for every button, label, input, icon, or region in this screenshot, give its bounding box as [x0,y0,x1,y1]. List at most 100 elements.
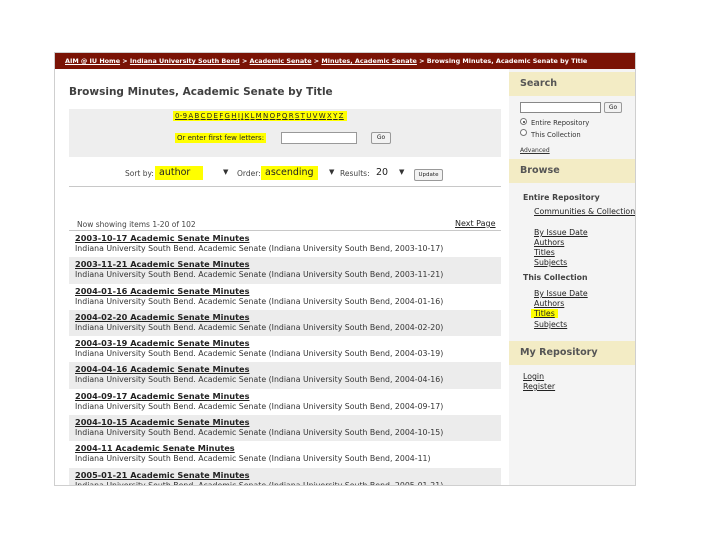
results-chevron-down-icon[interactable]: ▼ [399,168,404,176]
alphabet-link-f[interactable]: F [219,112,223,120]
result-title-link[interactable]: 2004-11 Academic Senate Minutes [75,443,495,453]
result-row: 2004-01-16 Academic Senate Minutes Indian… [69,284,501,310]
order-label: Order: [237,169,261,178]
alphabet-link-c[interactable]: C [201,112,206,120]
alphabet-jump-list: 0-9ABCDEFGHIJKLMNOPQRSTUVWXYZ [173,111,347,121]
breadcrumb-separator: > [241,57,248,65]
login-link[interactable]: Login [523,372,544,381]
collection-issue-date-link[interactable]: By Issue Date [534,289,588,298]
result-title-link[interactable]: 2004-02-20 Academic Senate Minutes [75,312,495,322]
alphabet-link-y[interactable]: Y [333,112,338,120]
result-title-link[interactable]: 2004-09-17 Academic Senate Minutes [75,391,495,401]
scope-collection-radio[interactable] [520,129,527,136]
result-title-link[interactable]: 2004-03-19 Academic Senate Minutes [75,338,495,348]
scope-entire-label: Entire Repository [531,119,590,127]
alphabet-link-z[interactable]: Z [339,112,344,120]
alphabet-link-o[interactable]: O [270,112,276,120]
collection-subjects-link[interactable]: Subjects [534,320,567,329]
result-title-link[interactable]: 2003-10-17 Academic Senate Minutes [75,233,495,243]
browser-screenshot: AIM @ IU Home > Indiana University South… [54,52,636,486]
browse-heading: Browse [509,159,635,183]
result-author: Indiana University South Bend. Academic … [75,375,444,385]
alphabet-link-r[interactable]: R [289,112,294,120]
breadcrumb-minutes[interactable]: Minutes, Academic Senate [321,57,417,65]
alphabet-link-d[interactable]: D [207,112,213,120]
alphabet-link-e[interactable]: E [213,112,218,120]
browse-issue-date-link[interactable]: By Issue Date [534,228,588,237]
results-select[interactable]: 20 [372,166,392,180]
register-link[interactable]: Register [523,382,555,391]
result-title-link[interactable]: 2004-04-16 Academic Senate Minutes [75,364,495,374]
browse-titles-link[interactable]: Titles [534,248,555,257]
my-repository-heading: My Repository [509,341,635,365]
result-author: Indiana University South Bend. Academic … [75,480,444,486]
next-page-link[interactable]: Next Page [455,219,496,228]
breadcrumb-home[interactable]: AIM @ IU Home [65,57,120,65]
result-row: 2004-10-15 Academic Senate Minutes Indian… [69,415,501,442]
sort-by-chevron-down-icon[interactable]: ▼ [223,168,228,176]
result-title-link[interactable]: 2005-01-21 Academic Senate Minutes [75,470,495,480]
result-title-link[interactable]: 2003-11-21 Academic Senate Minutes [75,259,495,269]
breadcrumb-separator: > [419,57,425,65]
alphabet-link-k[interactable]: K [245,112,250,120]
alphabet-link-m[interactable]: M [256,112,262,120]
result-row: 2004-09-17 Academic Senate Minutes Indian… [69,389,501,415]
breadcrumb-academic-senate[interactable]: Academic Senate [250,57,312,65]
collection-authors-link[interactable]: Authors [534,299,564,308]
first-letters-go-button[interactable]: Go [371,132,391,144]
breadcrumb-iusb[interactable]: Indiana University South Bend [130,57,240,65]
browse-by-letter-panel: 0-9ABCDEFGHIJKLMNOPQRSTUVWXYZ Or enter f… [69,109,501,157]
breadcrumb-separator: > [313,57,320,65]
results-list: 2003-10-17 Academic Senate Minutes Indian… [69,230,501,486]
result-row: 2003-11-21 Academic Senate Minutes Indian… [69,257,501,284]
browse-subjects-link[interactable]: Subjects [534,258,567,267]
collection-titles-link[interactable]: Titles [531,309,558,318]
sidebar-search-go-button[interactable]: Go [604,102,622,113]
alphabet-link-i[interactable]: I [238,112,240,120]
advanced-search-link[interactable]: Advanced [520,147,550,154]
alphabet-link-g[interactable]: G [225,112,231,120]
result-author: Indiana University South Bend. Academic … [75,296,444,306]
alphabet-link-w[interactable]: W [319,112,326,120]
sort-by-label: Sort by: [125,169,154,178]
alphabet-link-t[interactable]: T [301,112,306,120]
sort-by-select[interactable]: author [155,166,203,180]
browse-communities-link[interactable]: Communities & Collections [534,207,635,216]
alphabet-link-q[interactable]: Q [282,112,288,120]
breadcrumb-separator: > [122,57,128,65]
first-letters-label: Or enter first few letters: [175,133,267,143]
result-title-link[interactable]: 2004-01-16 Academic Senate Minutes [75,286,495,296]
sidebar-search-input[interactable] [520,102,601,113]
alphabet-link-j[interactable]: J [241,112,243,120]
alphabet-link-b[interactable]: B [194,112,199,120]
alphabet-link-h[interactable]: H [231,112,237,120]
order-chevron-down-icon[interactable]: ▼ [329,168,334,176]
alphabet-link-p[interactable]: P [276,112,281,120]
result-author: Indiana University South Bend. Academic … [75,401,444,411]
scope-collection-label: This Collection [531,131,581,139]
browse-authors-link[interactable]: Authors [534,238,564,247]
alphabet-link-x[interactable]: X [327,112,332,120]
result-row: 2004-04-16 Academic Senate Minutes Indian… [69,362,501,389]
result-row: 2004-02-20 Academic Senate Minutes Indian… [69,309,501,337]
page-title: Browsing Minutes, Academic Senate by Tit… [69,86,333,98]
alphabet-link-l[interactable]: L [250,112,254,120]
first-letters-input[interactable] [281,132,357,144]
alphabet-link-n[interactable]: N [263,112,269,120]
alphabet-link-0-9[interactable]: 0-9 [175,112,187,120]
sidebar: Search Go Entire Repository This Collect… [509,69,635,485]
result-author: Indiana University South Bend. Academic … [75,322,444,332]
order-select[interactable]: ascending [261,166,318,180]
alphabet-link-a[interactable]: A [188,112,193,120]
result-author: Indiana University South Bend. Academic … [75,270,444,280]
alphabet-link-u[interactable]: U [306,112,311,120]
search-heading: Search [509,72,635,96]
main-content: Browsing Minutes, Academic Senate by Tit… [69,69,501,486]
alphabet-link-v[interactable]: V [313,112,318,120]
alphabet-link-s[interactable]: S [295,112,300,120]
breadcrumb: AIM @ IU Home > Indiana University South… [55,53,635,69]
result-title-link[interactable]: 2004-10-15 Academic Senate Minutes [75,417,495,427]
scope-entire-radio[interactable] [520,118,527,125]
result-row: 2004-11 Academic Senate Minutes Indiana U… [69,441,501,467]
update-button[interactable]: Update [414,169,443,181]
